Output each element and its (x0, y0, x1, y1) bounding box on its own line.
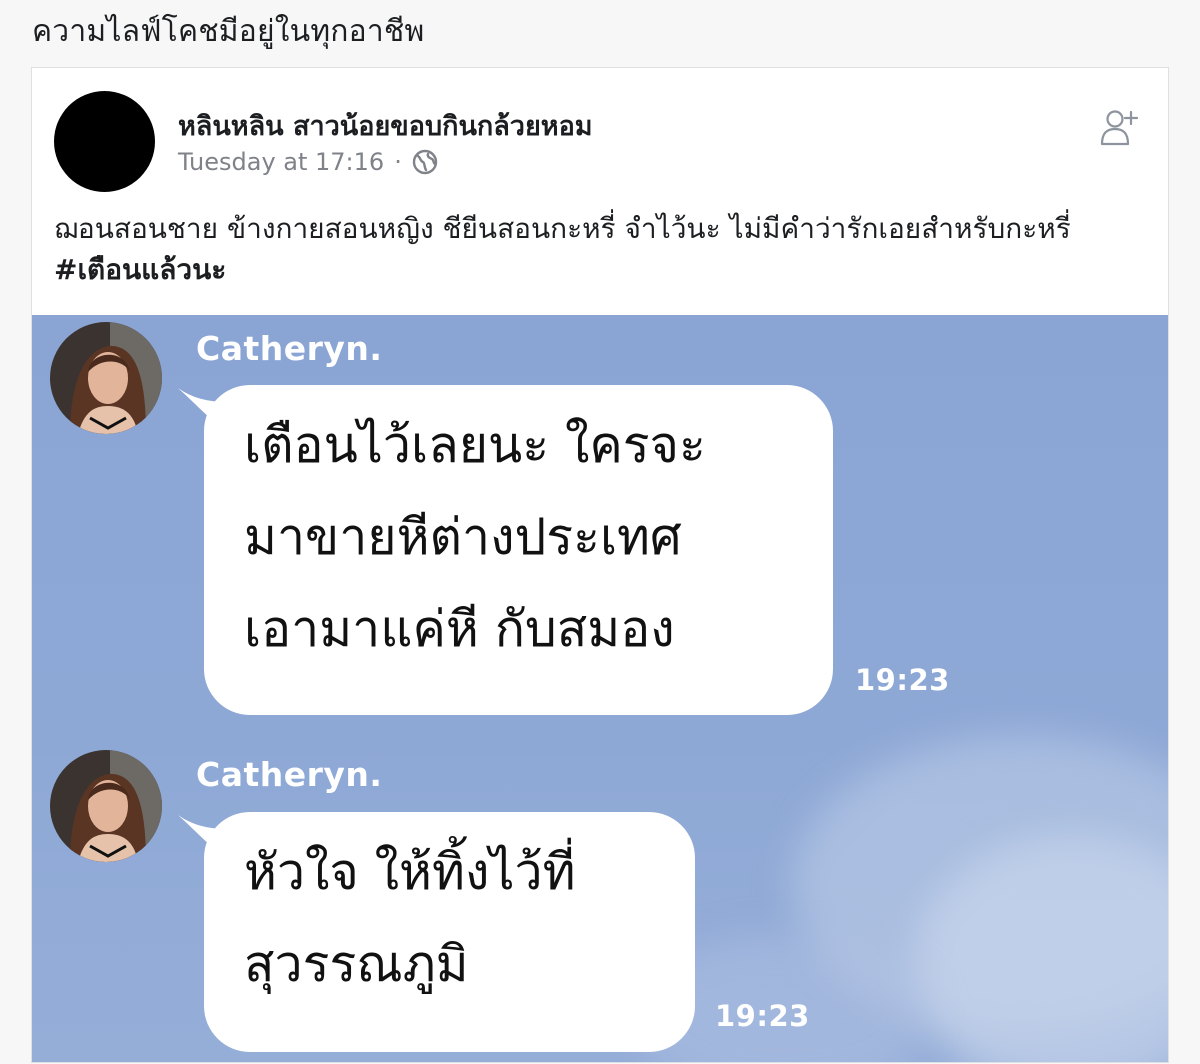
message-line: เตือนไว้เลยนะ ใครจะ (244, 416, 706, 474)
message-line: หัวใจ ให้ทิ้งไว้ที่ (244, 843, 576, 901)
chat-screenshot: Catheryn. เตือนไว้เลยนะ ใครจะ มาขายหีต่า… (32, 315, 1168, 1062)
meta-separator: · (394, 148, 402, 176)
screenshot-page: ความไลฟ์โคชมีอยู่ในทุกอาชีพ หลินหลิน สาว… (0, 0, 1200, 1064)
globe-icon[interactable] (412, 149, 438, 175)
facebook-post-card: หลินหลิน สาวน้อยขอบกินกล้วยหอม Tuesday a… (31, 67, 1169, 1063)
sender-avatar[interactable] (50, 322, 162, 434)
sender-name: Catheryn. (196, 755, 383, 794)
post-header: หลินหลิน สาวน้อยขอบกินกล้วยหอม Tuesday a… (32, 68, 1168, 198)
author-name[interactable]: หลินหลิน สาวน้อยขอบกินกล้วยหอม (178, 104, 593, 147)
message-line: เอามาแค่หี กับสมอง (244, 600, 675, 658)
post-meta: Tuesday at 17:16 · (178, 148, 438, 176)
add-friend-icon[interactable] (1098, 106, 1140, 148)
author-avatar[interactable] (54, 91, 155, 192)
sender-name: Catheryn. (196, 329, 383, 368)
post-timestamp[interactable]: Tuesday at 17:16 (178, 148, 384, 176)
post-body: ฌอนสอนชาย ข้างกายสอนหญิง ชียีนสอนกะหรี่ … (54, 212, 1071, 245)
message-bubble[interactable]: เตือนไว้เลยนะ ใครจะ มาขายหีต่างประเทศ เอ… (204, 385, 833, 715)
message-line: มาขายหีต่างประเทศ (244, 508, 682, 566)
message-time: 19:23 (715, 999, 810, 1033)
message-bubble[interactable]: หัวใจ ให้ทิ้งไว้ที่ สุวรรณภูมิ (204, 812, 695, 1052)
image-caption: ความไลฟ์โคชมีอยู่ในทุกอาชีพ (32, 14, 425, 49)
post-text: ฌอนสอนชาย ข้างกายสอนหญิง ชียีนสอนกะหรี่ … (54, 208, 1144, 290)
hashtag-link[interactable]: #เตือนแล้วนะ (54, 253, 226, 286)
sender-avatar[interactable] (50, 750, 162, 862)
message-line: สุวรรณภูมิ (244, 935, 469, 993)
message-time: 19:23 (855, 663, 950, 697)
